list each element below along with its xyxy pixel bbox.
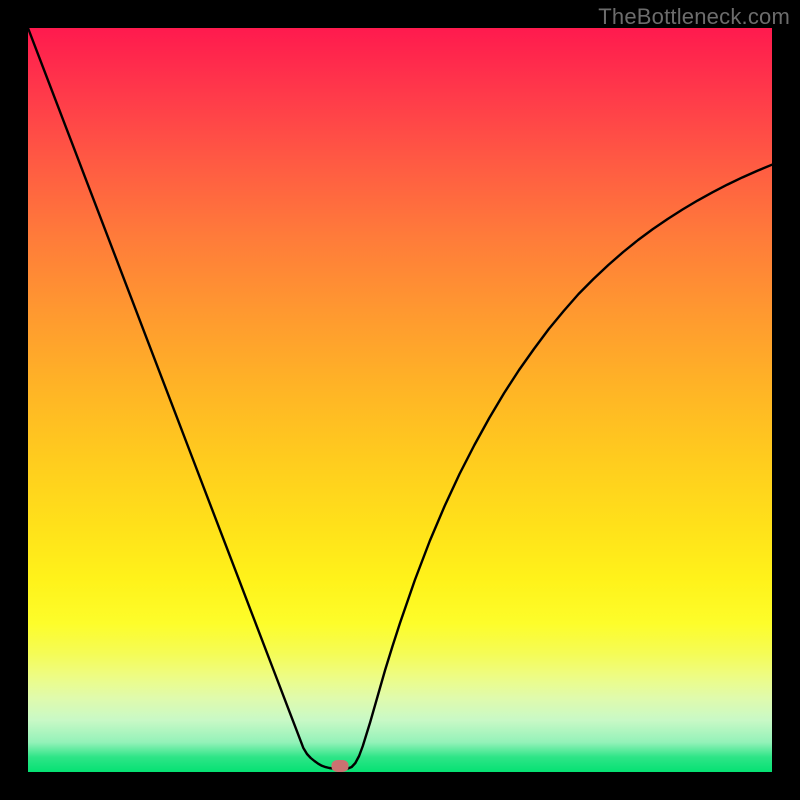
- bottleneck-curve: [28, 28, 772, 772]
- chart-frame: TheBottleneck.com: [0, 0, 800, 800]
- minimum-marker: [331, 760, 348, 772]
- watermark-text: TheBottleneck.com: [598, 4, 790, 30]
- plot-area: [28, 28, 772, 772]
